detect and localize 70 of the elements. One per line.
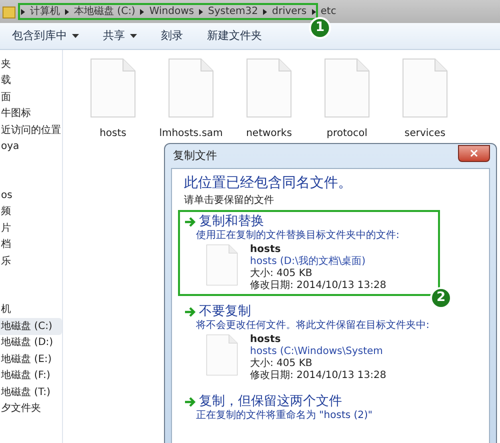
breadcrumb[interactable]: 本地磁盘 (C:) bbox=[74, 4, 136, 19]
chevron-icon bbox=[196, 8, 205, 16]
document-icon bbox=[90, 58, 136, 118]
breadcrumb[interactable]: etc bbox=[320, 4, 336, 19]
chevron-icon bbox=[63, 8, 71, 16]
file-size: 大小: 405 KB bbox=[250, 268, 314, 280]
nav-item[interactable]: oya bbox=[0, 138, 62, 155]
nav-item[interactable]: 地磁盘 (E:) bbox=[0, 351, 62, 368]
nav-item[interactable]: 夹 bbox=[0, 56, 62, 72]
nav-item[interactable]: 机 bbox=[0, 302, 62, 318]
nav-item[interactable]: 片 bbox=[0, 220, 62, 236]
dialog-title: 复制文件 bbox=[172, 148, 217, 164]
file-name: hosts bbox=[250, 334, 282, 346]
document-icon bbox=[206, 334, 238, 376]
file-item[interactable]: lmhosts.sam bbox=[159, 58, 223, 141]
file-path: hosts (D:\我的文档\桌面) bbox=[250, 256, 367, 268]
option-button[interactable]: 复制，但保留这两个文件 正在复制的文件将重命名为 "hosts (2)" bbox=[178, 390, 440, 426]
nav-item[interactable]: os bbox=[0, 187, 62, 204]
nav-item[interactable]: 载 bbox=[0, 72, 62, 89]
nav-item[interactable]: 夕文件夹 bbox=[0, 400, 62, 417]
toolbar-button[interactable]: 包含到库中 bbox=[12, 28, 79, 44]
option-title: 复制，但保留这两个文件 bbox=[199, 394, 342, 410]
file-item[interactable]: hosts bbox=[81, 58, 145, 141]
file-item[interactable]: services bbox=[393, 58, 457, 141]
nav-item[interactable]: 地磁盘 (T:) bbox=[0, 384, 62, 400]
file-size: 大小: 405 KB bbox=[250, 358, 314, 370]
nav-item[interactable]: 牛图标 bbox=[0, 106, 62, 122]
option-description: 使用正在复制的文件替换目标文件夹中的文件: bbox=[195, 230, 400, 242]
toolbar-button[interactable]: 刻录 bbox=[161, 28, 183, 44]
toolbar-button[interactable]: 共享 bbox=[103, 28, 137, 44]
option-title: 不要复制 bbox=[199, 304, 251, 320]
file-date: 修改日期: 2014/10/13 13:28 bbox=[250, 370, 386, 382]
option-description: 将不会更改任何文件。将此文件保留在目标文件夹中: bbox=[195, 320, 430, 332]
arrow-icon bbox=[184, 217, 196, 227]
chevron-icon bbox=[310, 8, 318, 16]
nav-item[interactable]: 地磁盘 (F:) bbox=[0, 368, 62, 384]
document-icon bbox=[324, 58, 370, 118]
document-icon bbox=[402, 58, 448, 118]
nav-item[interactable]: 面 bbox=[0, 89, 62, 106]
breadcrumb[interactable]: 计算机 bbox=[30, 4, 60, 19]
document-icon bbox=[168, 58, 214, 118]
breadcrumb[interactable]: drivers bbox=[272, 4, 307, 19]
caret-icon bbox=[72, 34, 79, 38]
toolbar-button[interactable]: 新建文件夹 bbox=[207, 28, 262, 44]
nav-item[interactable]: 近访问的位置 bbox=[0, 122, 62, 138]
document-icon bbox=[246, 58, 292, 118]
nav-item[interactable]: 频 bbox=[0, 204, 62, 220]
breadcrumb[interactable]: Windows bbox=[149, 4, 194, 19]
file-path: hosts (C:\Windows\System bbox=[250, 346, 384, 358]
document-icon bbox=[206, 244, 238, 286]
file-name: hosts bbox=[250, 244, 282, 256]
nav-item[interactable]: 地磁盘 (D:) bbox=[0, 334, 62, 351]
option-title: 复制和替换 bbox=[199, 214, 264, 230]
nav-item[interactable]: 乐 bbox=[0, 253, 62, 270]
file-date: 修改日期: 2014/10/13 13:28 bbox=[250, 280, 386, 292]
chevron-icon bbox=[138, 8, 146, 16]
breadcrumb[interactable]: System32 bbox=[208, 4, 258, 19]
chevron-icon bbox=[19, 8, 27, 16]
nav-item[interactable]: 档 bbox=[0, 236, 62, 253]
arrow-icon bbox=[184, 307, 196, 317]
dialog-heading: 此位置已经包含同名文件。 bbox=[184, 175, 353, 192]
arrow-icon bbox=[184, 397, 196, 407]
file-item[interactable]: protocol bbox=[315, 58, 379, 141]
file-item[interactable]: networks bbox=[237, 58, 301, 141]
nav-item[interactable]: 地磁盘 (C:) bbox=[0, 318, 62, 334]
folder-icon bbox=[2, 4, 16, 18]
chevron-icon bbox=[261, 8, 269, 16]
caret-icon bbox=[130, 34, 137, 38]
instruction-text: 请单击要保留的文件 bbox=[184, 195, 275, 207]
option-description: 正在复制的文件将重命名为 "hosts (2)" bbox=[195, 410, 374, 422]
